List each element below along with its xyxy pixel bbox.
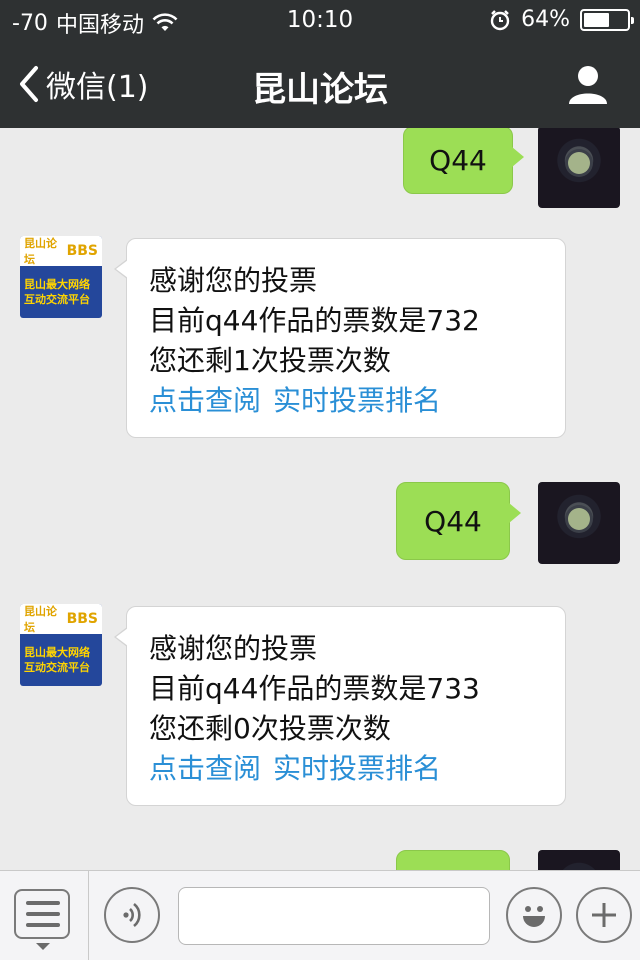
my-message-bubble[interactable]: Q44 <box>396 482 521 560</box>
plus-icon[interactable] <box>576 887 632 943</box>
battery-fill <box>584 12 610 27</box>
smiley-face-icon <box>523 906 545 927</box>
my-avatar[interactable] <box>538 128 620 208</box>
view-link[interactable]: 点击查阅 <box>149 749 261 789</box>
bbs-logo-cn: 昆山论坛 <box>24 605 57 634</box>
alarm-clock-icon <box>490 9 510 30</box>
battery-icon <box>580 8 634 31</box>
back-button[interactable]: 微信(1) <box>18 62 149 106</box>
bbs-logo-en: BBS <box>66 243 98 259</box>
bbs-avatar[interactable]: 昆山论坛 BBS 昆山最大网络 互动交流平台 <box>20 604 102 686</box>
input-bar <box>0 870 640 960</box>
bbs-slogan-line1: 昆山最大网络 <box>24 646 90 659</box>
status-right: 64% <box>489 7 634 32</box>
voice-icon[interactable] <box>104 887 160 943</box>
incoming-message-bubble: 感谢您的投票 目前q44作品的票数是732 您还剩1次投票次数 点击查阅 实时投… <box>114 238 566 438</box>
bbs-slogan-line2: 互动交流平台 <box>24 661 90 674</box>
message-line-1: 感谢您的投票 <box>149 632 318 665</box>
divider <box>88 871 89 960</box>
message-links: 点击查阅 实时投票排名 <box>149 749 543 789</box>
bbs-slogan-line2: 互动交流平台 <box>24 293 90 306</box>
message-line-2: 目前q44作品的票数是733 <box>149 672 480 705</box>
bbs-avatar[interactable]: 昆山论坛 BBS 昆山最大网络 互动交流平台 <box>20 236 102 318</box>
my-avatar[interactable] <box>538 482 620 564</box>
bbs-logo-cn: 昆山论坛 <box>24 237 57 266</box>
person-icon[interactable] <box>566 62 610 106</box>
message-line-3: 您还剩0次投票次数 <box>149 712 391 745</box>
message-line-2: 目前q44作品的票数是732 <box>149 304 480 337</box>
bbs-logo-slogan: 昆山最大网络 互动交流平台 <box>20 266 102 318</box>
menu-line <box>26 901 60 905</box>
my-avatar[interactable] <box>538 850 620 870</box>
message-line-3: 您还剩1次投票次数 <box>149 344 391 377</box>
message-line-1: 感谢您的投票 <box>149 264 318 297</box>
bbs-logo-en: BBS <box>66 611 98 627</box>
message-text: Q44 <box>429 143 487 177</box>
message-text: Q44 <box>424 504 482 538</box>
status-bar: -70 中国移动 10:10 64% <box>0 0 640 40</box>
bbs-logo-top: 昆山论坛 BBS <box>20 604 102 634</box>
smiley-icon[interactable] <box>506 887 562 943</box>
battery-percent: 64% <box>521 7 570 32</box>
nav-bar: 微信(1) 昆山论坛 <box>0 40 640 128</box>
bbs-slogan-line1: 昆山最大网络 <box>24 278 90 291</box>
menu-line <box>26 912 60 916</box>
plus-sign-icon <box>592 903 616 927</box>
menu-line <box>26 923 60 927</box>
view-link[interactable]: 点击查阅 <box>149 381 261 421</box>
message-links: 点击查阅 实时投票排名 <box>149 381 543 421</box>
bbs-logo-top: 昆山论坛 BBS <box>20 236 102 266</box>
chevron-left-icon <box>20 66 38 102</box>
menu-list-icon[interactable] <box>14 889 70 939</box>
my-message-bubble[interactable] <box>396 850 510 870</box>
message-input[interactable] <box>178 887 490 945</box>
ranking-link[interactable]: 实时投票排名 <box>273 381 441 421</box>
incoming-message-bubble: 感谢您的投票 目前q44作品的票数是733 您还剩0次投票次数 点击查阅 实时投… <box>114 606 566 806</box>
my-message-bubble[interactable]: Q44 <box>403 128 524 194</box>
back-label: 微信(1) <box>46 70 149 105</box>
bbs-logo-slogan: 昆山最大网络 互动交流平台 <box>20 634 102 686</box>
chat-messages: Q44 昆山论坛 BBS 昆山最大网络 互动交流平台 感谢您的投票 目前q44作… <box>0 128 640 870</box>
menu-caret-icon <box>36 943 50 950</box>
ranking-link[interactable]: 实时投票排名 <box>273 749 441 789</box>
voice-wave-icon <box>123 902 141 928</box>
